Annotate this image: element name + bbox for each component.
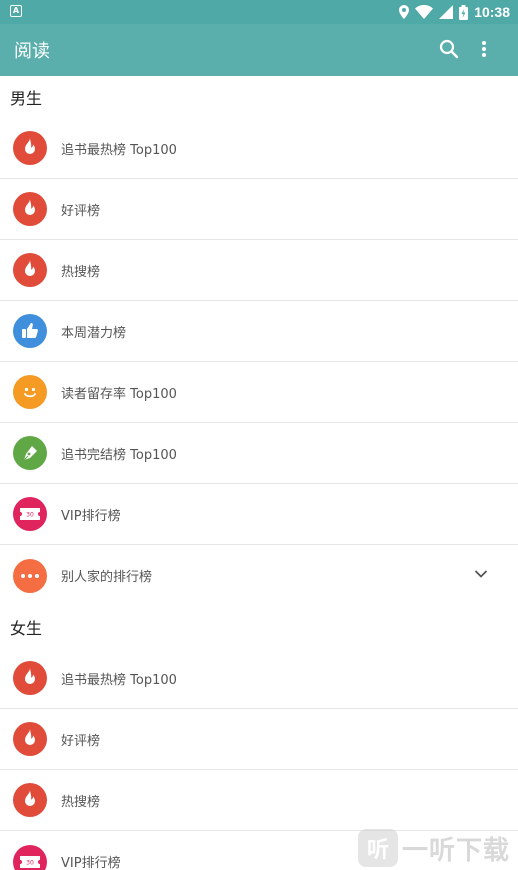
clock: 10:38	[474, 4, 510, 20]
fire-icon	[13, 783, 47, 817]
list-item-label: VIP排行榜	[61, 856, 121, 870]
list-item-label: 热搜榜	[61, 264, 101, 280]
svg-text:30: 30	[26, 859, 34, 866]
list-item[interactable]: 热搜榜	[0, 770, 518, 831]
app-bar: 阅读	[0, 24, 518, 76]
fire-icon	[13, 192, 47, 226]
list-item[interactable]: 好评榜	[0, 709, 518, 770]
smile-icon	[13, 375, 47, 409]
location-icon	[399, 5, 410, 19]
watermark: 听 一听下载	[358, 826, 510, 870]
watermark-logo: 听	[358, 829, 398, 867]
ranking-list: 男生 追书最热榜 Top100 好评榜 热搜榜 本周潜力榜 读者留存率 Top100 追书完…	[0, 76, 518, 870]
more-dots-icon	[13, 558, 47, 593]
fire-icon	[13, 661, 47, 695]
list-item[interactable]: 本周潜力榜	[0, 301, 518, 362]
pen-icon	[13, 436, 47, 470]
fire-icon	[13, 131, 47, 165]
list-item[interactable]: 好评榜	[0, 179, 518, 240]
section-header: 女生	[10, 619, 43, 638]
list-item-label: 好评榜	[61, 733, 101, 749]
list-item[interactable]: 30 VIP排行榜	[0, 484, 518, 545]
list-item[interactable]: 追书完结榜 Top100	[0, 423, 518, 484]
chevron-down-icon[interactable]	[474, 567, 488, 581]
list-item-label: 追书完结榜 Top100	[61, 447, 177, 463]
list-item[interactable]: 别人家的排行榜	[0, 545, 518, 606]
list-item[interactable]: 热搜榜	[0, 240, 518, 301]
list-item-label: 好评榜	[61, 203, 101, 219]
ticket-icon: 30	[13, 844, 47, 870]
fire-icon	[13, 253, 47, 287]
list-item-label: 读者留存率 Top100	[61, 386, 177, 402]
section-0: 追书最热榜 Top100 好评榜热搜榜本周潜力榜读者留存率 Top100 追书完结榜…	[0, 118, 518, 606]
list-item[interactable]: 读者留存率 Top100	[0, 362, 518, 423]
list-item[interactable]: 追书最热榜 Top100	[0, 648, 518, 709]
status-bar: A 10:38	[0, 0, 518, 24]
wifi-icon	[415, 5, 434, 19]
search-icon[interactable]	[438, 38, 460, 60]
list-item-label: 别人家的排行榜	[61, 570, 153, 585]
fire-icon	[13, 722, 47, 756]
notification-icon: A	[10, 5, 22, 17]
svg-text:30: 30	[26, 512, 34, 519]
signal-icon	[439, 5, 454, 19]
list-item-label: VIP排行榜	[61, 508, 121, 524]
watermark-text: 一听下载	[402, 835, 511, 866]
thumbs-up-icon	[13, 314, 47, 348]
ticket-icon: 30	[13, 497, 47, 531]
list-item-label: 热搜榜	[61, 794, 101, 810]
list-item[interactable]: 追书最热榜 Top100	[0, 118, 518, 179]
list-item-label: 本周潜力榜	[61, 325, 127, 341]
list-item-label: 追书最热榜 Top100	[61, 142, 177, 158]
page-title: 阅读	[14, 41, 50, 62]
overflow-menu-icon[interactable]	[476, 38, 492, 60]
list-item-label: 追书最热榜 Top100	[61, 672, 177, 688]
battery-icon	[459, 4, 469, 20]
section-header: 男生	[10, 89, 43, 108]
